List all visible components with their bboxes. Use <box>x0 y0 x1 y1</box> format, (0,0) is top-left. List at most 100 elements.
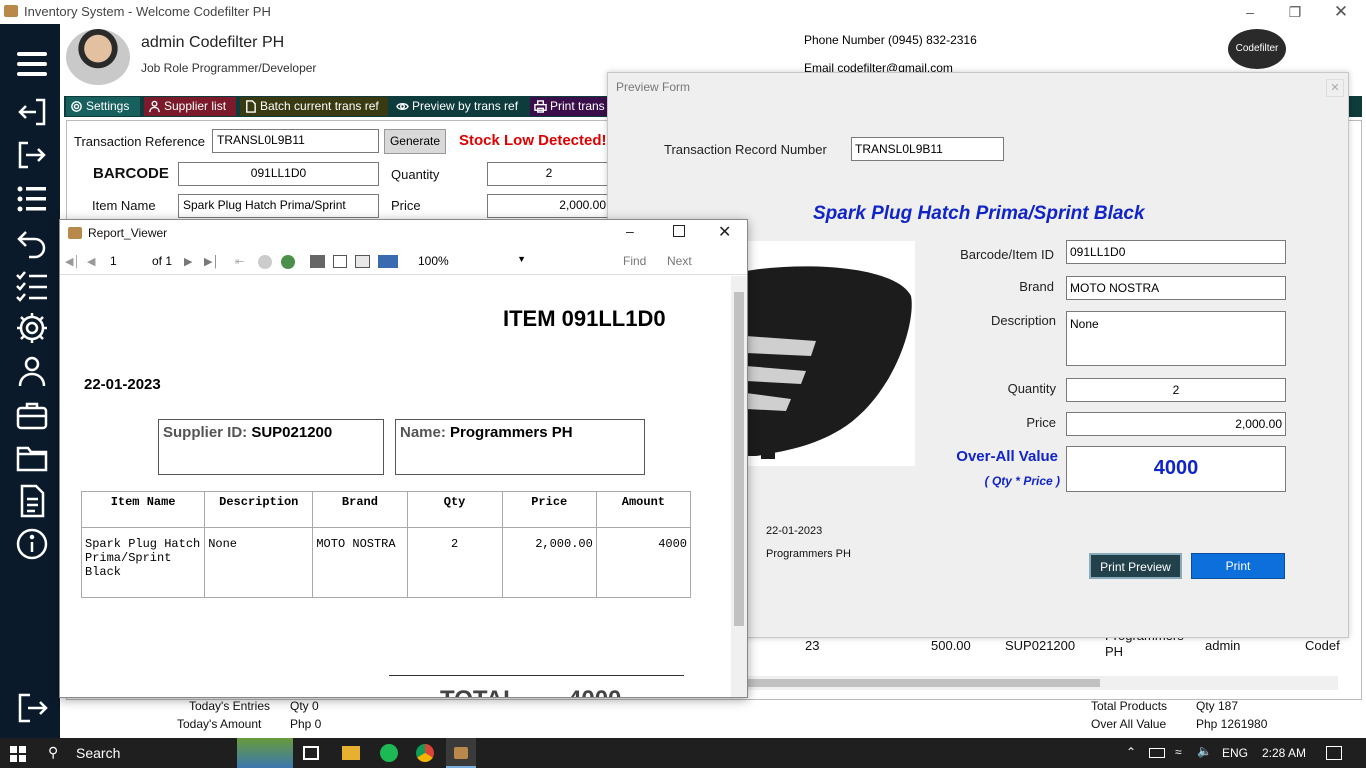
avatar <box>66 29 130 85</box>
last-page-icon[interactable]: ▶│ <box>204 255 219 268</box>
nav-settings[interactable]: Settings <box>66 97 140 116</box>
nav-print-label: Print trans <box>550 99 605 113</box>
nav-batch-trans[interactable]: Batch current trans ref <box>240 97 388 116</box>
file-explorer-icon[interactable] <box>342 746 360 760</box>
window-titlebar: Inventory System - Welcome Codefilter PH… <box>0 0 1366 24</box>
language-indicator[interactable]: ENG <box>1222 746 1248 760</box>
minimize-icon[interactable]: – <box>1240 2 1260 22</box>
quantity-stepper[interactable]: 2 <box>487 162 611 186</box>
stop-icon[interactable] <box>258 255 272 269</box>
price-input[interactable]: 2,000.00 <box>487 194 611 218</box>
description-field[interactable]: None <box>1066 311 1286 366</box>
print-preview-button[interactable]: Print Preview <box>1089 553 1182 579</box>
checklist-icon[interactable] <box>14 267 50 303</box>
undo-icon[interactable] <box>14 224 50 260</box>
col-amount: Amount <box>595 491 692 528</box>
chevron-up-icon[interactable]: ⌃ <box>1126 745 1136 759</box>
document-icon[interactable] <box>14 483 50 519</box>
cell-brand: MOTO NOSTRA <box>312 527 408 598</box>
minimize-icon[interactable]: – <box>626 223 634 239</box>
nav-print-trans[interactable]: Print trans <box>530 97 608 116</box>
menu-icon[interactable] <box>14 46 50 82</box>
battery-icon[interactable] <box>1149 748 1165 758</box>
company-logo: Codefilter <box>1228 29 1286 69</box>
refresh-icon[interactable] <box>281 255 295 269</box>
brand-label: Brand <box>1019 279 1054 294</box>
close-icon[interactable]: ✕ <box>1326 79 1344 97</box>
quantity-field[interactable]: 2 <box>1066 378 1286 402</box>
person-icon <box>149 100 160 113</box>
page-number-input[interactable]: 1 <box>110 254 146 268</box>
volume-icon[interactable]: 🔈 <box>1197 744 1212 758</box>
first-page-icon[interactable]: ◀│ <box>65 255 80 268</box>
overall-value-label: Over All Value <box>1091 717 1167 731</box>
windows-start-icon[interactable] <box>10 746 26 762</box>
total-products-label: Total Products <box>1091 699 1168 713</box>
nav-supplier-label: Supplier list <box>164 99 227 113</box>
page-setup-icon[interactable] <box>355 255 370 268</box>
taskbar-search[interactable]: Search <box>76 745 120 761</box>
sign-out-icon[interactable] <box>14 137 50 173</box>
barcode-field[interactable]: 091LL1D0 <box>1066 240 1286 264</box>
nav-supplier-list[interactable]: Supplier list <box>144 97 236 116</box>
find-button[interactable]: Find <box>623 254 646 268</box>
supplier-id-box: Supplier ID: SUP021200 <box>158 419 384 475</box>
item-name-label: Item Name <box>92 198 156 213</box>
product-image <box>746 241 915 466</box>
barcode-label: Barcode/Item ID <box>960 247 1054 262</box>
col-description: Description <box>204 491 314 528</box>
grid-cell: SUP021200 <box>1005 638 1076 653</box>
print-button[interactable]: Print <box>1191 553 1285 579</box>
maximize-icon[interactable] <box>673 225 685 237</box>
next-page-icon[interactable]: ▶ <box>184 255 192 268</box>
price-field[interactable]: 2,000.00 <box>1066 412 1286 436</box>
list-icon[interactable] <box>14 181 50 217</box>
total-divider <box>389 675 684 676</box>
layout-icon[interactable] <box>333 255 347 268</box>
trn-field[interactable]: TRANSL0L9B11 <box>851 137 1004 161</box>
restore-icon[interactable]: ❐ <box>1285 2 1305 22</box>
report-vscrollbar[interactable] <box>731 276 747 697</box>
inventory-app-icon[interactable] <box>446 738 476 768</box>
back-icon[interactable]: ⇤ <box>235 255 244 268</box>
user-icon[interactable] <box>14 353 50 389</box>
gear-icon[interactable] <box>14 310 50 346</box>
wifi-icon[interactable]: ≈ <box>1175 745 1182 759</box>
overall-value-value: Php 1261980 <box>1196 717 1268 731</box>
grid-cell: Codef <box>1305 638 1340 653</box>
grid-hscrollbar[interactable] <box>748 676 1338 690</box>
search-icon[interactable]: ⚲ <box>48 744 58 761</box>
find-input[interactable] <box>538 252 614 272</box>
close-icon[interactable]: ✕ <box>718 222 731 242</box>
description-label: Description <box>990 313 1056 328</box>
report-toolbar: ◀│ ◀ 1 of 1 ▶ ▶│ ⇤ 100% ▼ Find Next <box>60 250 747 275</box>
sign-in-icon[interactable] <box>14 94 50 130</box>
spotify-icon[interactable] <box>380 744 398 762</box>
barcode-input[interactable]: 091LL1D0 <box>178 162 379 186</box>
phone-number: Phone Number (0945) 832-2316 <box>804 33 977 47</box>
logout-icon[interactable] <box>14 690 50 726</box>
trans-ref-input[interactable]: TRANSL0L9B11 <box>212 129 379 153</box>
next-button[interactable]: Next <box>667 254 692 268</box>
folder-icon[interactable] <box>14 440 50 476</box>
printer-icon <box>534 100 547 113</box>
close-icon[interactable]: ✕ <box>1331 2 1351 22</box>
export-icon[interactable] <box>378 255 398 268</box>
item-name-select[interactable]: Spark Plug Hatch Prima/Sprint <box>178 194 379 218</box>
zoom-select[interactable]: 100% ▼ <box>418 254 528 268</box>
brand-field[interactable]: MOTO NOSTRA <box>1066 276 1286 300</box>
clock[interactable]: 2:28 AM <box>1262 746 1306 760</box>
printer-icon[interactable] <box>310 255 325 268</box>
nav-preview-trans[interactable]: Preview by trans ref <box>392 97 526 116</box>
document-icon <box>246 100 256 113</box>
briefcase-icon[interactable] <box>14 397 50 433</box>
prev-page-icon[interactable]: ◀ <box>87 255 95 268</box>
quantity-label: Quantity <box>1007 381 1056 396</box>
trn-label: Transaction Record Number <box>664 142 827 157</box>
generate-button[interactable]: Generate <box>384 129 446 154</box>
chrome-icon[interactable] <box>416 744 434 762</box>
notifications-icon[interactable] <box>1326 746 1342 760</box>
info-icon[interactable] <box>14 526 50 562</box>
nav-settings-label: Settings <box>86 99 130 113</box>
task-view-icon[interactable] <box>303 746 319 760</box>
